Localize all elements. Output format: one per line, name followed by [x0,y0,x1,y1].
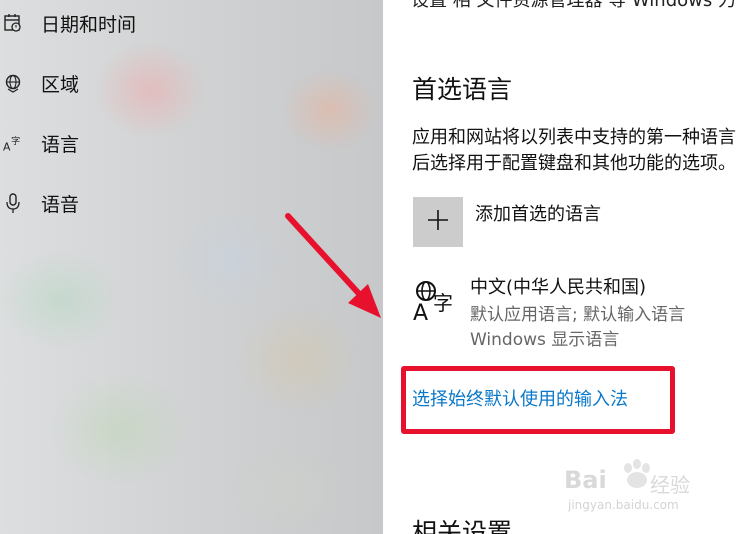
baidu-jingyan-watermark: Bai 经验 jingyan.baidu.com [562,454,712,516]
watermark-url: jingyan.baidu.com [568,498,679,512]
watermark-brand: Bai [564,466,607,494]
watermark-brand-suffix: 经验 [650,473,690,497]
